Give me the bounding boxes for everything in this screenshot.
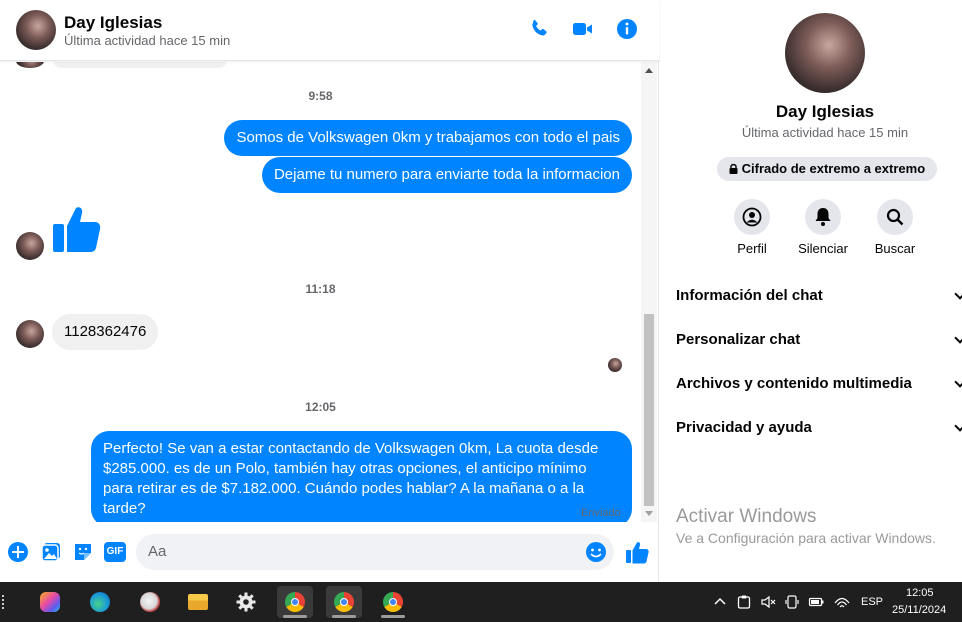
chrome-app-3[interactable] bbox=[375, 586, 411, 618]
image-icon[interactable] bbox=[40, 541, 62, 563]
section-media-files[interactable]: Archivos y contenido multimedia bbox=[676, 375, 912, 392]
message-input[interactable]: Aa bbox=[136, 534, 614, 570]
active-indicator bbox=[381, 615, 405, 618]
messenger-window: Day Iglesias Última actividad hace 15 mi… bbox=[0, 0, 962, 582]
edge-app[interactable] bbox=[82, 586, 118, 618]
edge-icon bbox=[90, 592, 110, 612]
contact-avatar-small bbox=[16, 232, 44, 260]
message-composer: GIF Aa bbox=[0, 526, 659, 582]
chat-panel: Day Iglesias Última actividad hace 15 mi… bbox=[0, 0, 659, 582]
chat-scrollbar[interactable] bbox=[641, 62, 657, 522]
emoji-icon[interactable] bbox=[585, 541, 607, 563]
video-call-icon[interactable] bbox=[571, 17, 595, 41]
activate-windows-title: Activar Windows bbox=[676, 506, 817, 527]
gif-icon[interactable]: GIF bbox=[104, 542, 126, 562]
scroll-down-arrow[interactable] bbox=[645, 511, 653, 516]
contact-status: Última actividad hace 15 min bbox=[64, 33, 231, 48]
clock-date[interactable]: 25/11/2024 bbox=[892, 604, 946, 616]
chevron-down-icon[interactable] bbox=[954, 288, 962, 300]
outgoing-message[interactable]: Dejame tu numero para enviarte toda la i… bbox=[261, 157, 632, 193]
section-privacy-help[interactable]: Privacidad y ayuda bbox=[676, 419, 812, 436]
input-language[interactable]: ESP bbox=[861, 596, 883, 608]
profile-name: Day Iglesias bbox=[775, 102, 875, 121]
volume-muted-icon[interactable] bbox=[760, 594, 776, 610]
chevron-down-icon[interactable] bbox=[954, 332, 962, 344]
incoming-message[interactable]: 1128362476 bbox=[52, 314, 159, 350]
thumbs-up-icon[interactable] bbox=[52, 204, 102, 254]
paint-icon bbox=[140, 592, 160, 612]
chrome-icon bbox=[334, 592, 354, 612]
incoming-message-partial bbox=[52, 62, 228, 68]
profile-action-label: Perfil bbox=[737, 241, 767, 256]
copilot-icon bbox=[40, 592, 60, 612]
device-icon[interactable] bbox=[784, 594, 800, 610]
search-action[interactable]: Buscar bbox=[855, 199, 935, 256]
clipboard-icon[interactable] bbox=[736, 594, 752, 610]
section-chat-info[interactable]: Información del chat bbox=[676, 287, 823, 304]
outgoing-message[interactable]: Somos de Volkswagen 0km y trabajamos con… bbox=[224, 120, 632, 156]
lock-icon bbox=[729, 163, 738, 174]
mute-action-label: Silenciar bbox=[798, 241, 848, 256]
paint-app[interactable] bbox=[132, 586, 168, 618]
copilot-app[interactable] bbox=[32, 586, 68, 618]
active-indicator bbox=[332, 615, 356, 618]
settings-app[interactable] bbox=[228, 586, 264, 618]
chevron-down-icon[interactable] bbox=[954, 376, 962, 388]
contact-avatar-small bbox=[16, 62, 44, 68]
encryption-label: Cifrado de extremo a extremo bbox=[741, 161, 926, 176]
sticker-icon[interactable] bbox=[72, 541, 94, 563]
chrome-icon bbox=[383, 592, 403, 612]
mute-action[interactable]: Silenciar bbox=[783, 199, 863, 256]
profile-action[interactable]: Perfil bbox=[712, 199, 792, 256]
gear-icon bbox=[236, 592, 256, 612]
active-indicator bbox=[283, 615, 307, 618]
file-explorer-app[interactable] bbox=[180, 586, 216, 618]
contact-avatar[interactable] bbox=[16, 10, 56, 50]
activate-windows-subtitle: Ve a Configuración para activar Windows. bbox=[676, 530, 936, 546]
sent-status: Enviado bbox=[581, 507, 621, 519]
profile-icon bbox=[734, 199, 770, 235]
clock-time[interactable]: 12:05 bbox=[906, 587, 934, 599]
folder-icon bbox=[188, 594, 208, 610]
scrollbar-thumb[interactable] bbox=[644, 314, 654, 506]
chat-header: Day Iglesias Última actividad hace 15 mi… bbox=[0, 0, 659, 61]
plus-icon[interactable] bbox=[7, 541, 29, 563]
chrome-icon bbox=[285, 592, 305, 612]
windows-taskbar: ESP 12:05 25/11/2024 bbox=[0, 582, 962, 622]
chrome-app-1[interactable] bbox=[277, 586, 313, 618]
like-send-icon[interactable] bbox=[625, 540, 649, 564]
contact-name[interactable]: Day Iglesias bbox=[64, 13, 162, 33]
timestamp: 11:18 bbox=[305, 282, 336, 296]
battery-icon[interactable] bbox=[808, 594, 824, 610]
message-thread[interactable]: 9:58 Somos de Volkswagen 0km y trabajamo… bbox=[0, 62, 641, 522]
gif-label: GIF bbox=[106, 546, 124, 557]
search-icon bbox=[877, 199, 913, 235]
bell-icon bbox=[805, 199, 841, 235]
encryption-badge[interactable]: Cifrado de extremo a extremo bbox=[717, 157, 938, 181]
widgets-handle-icon[interactable] bbox=[2, 595, 8, 609]
chevron-down-icon[interactable] bbox=[954, 420, 962, 432]
search-action-label: Buscar bbox=[874, 241, 916, 256]
conversation-info-panel: Day Iglesias Última actividad hace 15 mi… bbox=[660, 0, 962, 582]
message-input-placeholder: Aa bbox=[148, 543, 167, 560]
profile-avatar-large[interactable] bbox=[785, 13, 865, 93]
phone-call-icon[interactable] bbox=[527, 17, 551, 41]
seen-indicator-avatar bbox=[608, 358, 622, 372]
chevron-up-icon[interactable] bbox=[712, 594, 728, 610]
timestamp: 9:58 bbox=[308, 89, 333, 103]
contact-avatar-small bbox=[16, 320, 44, 348]
profile-status: Última actividad hace 15 min bbox=[741, 125, 909, 140]
chrome-app-2[interactable] bbox=[326, 586, 362, 618]
wifi-icon[interactable] bbox=[834, 594, 850, 610]
scroll-up-arrow[interactable] bbox=[645, 68, 653, 73]
timestamp: 12:05 bbox=[305, 400, 336, 414]
section-customize-chat[interactable]: Personalizar chat bbox=[676, 331, 800, 348]
info-icon[interactable] bbox=[615, 17, 639, 41]
outgoing-message[interactable]: Perfecto! Se van a estar contactando de … bbox=[91, 431, 632, 522]
